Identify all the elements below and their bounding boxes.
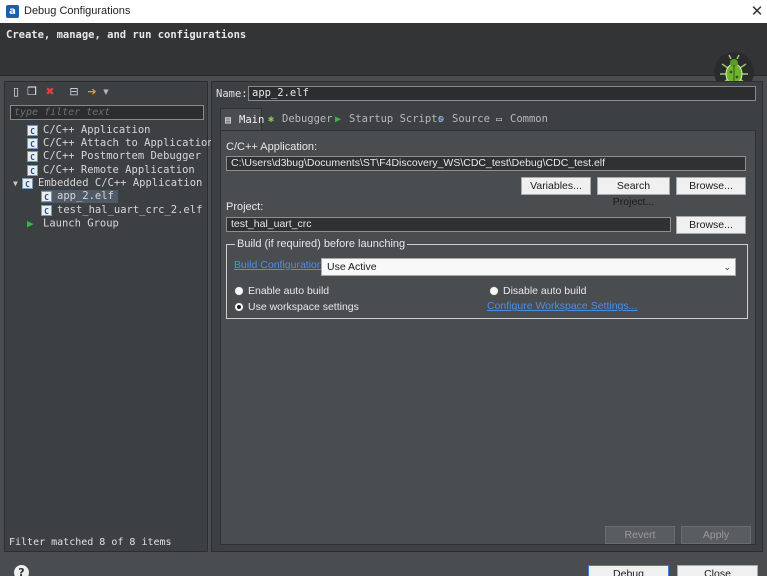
- header-banner: Create, manage, and run configurations: [0, 23, 767, 92]
- tab-debugger[interactable]: ✱ Debugger: [264, 108, 333, 130]
- window-title: Debug Configurations: [24, 5, 131, 17]
- filter-dropdown-icon[interactable]: ▼: [99, 85, 113, 99]
- disable-auto-build-radio[interactable]: Disable auto build: [489, 285, 586, 297]
- project-label: Project:: [226, 201, 264, 213]
- tab-source[interactable]: ⚙ Source: [434, 108, 490, 130]
- filter-input[interactable]: type filter text: [10, 105, 204, 120]
- tree-item-cpp-application[interactable]: C C/C++ Application: [27, 124, 150, 137]
- tree-item-app-2-elf[interactable]: Capp_2.elf: [41, 190, 118, 203]
- help-icon[interactable]: ?: [14, 565, 29, 576]
- variables-button[interactable]: Variables...: [521, 177, 591, 195]
- main-tab-content: C/C++ Application: C:\Users\d3bug\Docume…: [220, 130, 756, 545]
- radio-selected-icon: [234, 302, 244, 313]
- configure-workspace-settings-link[interactable]: Configure Workspace Settings...: [487, 300, 637, 312]
- application-label: C/C++ Application:: [226, 141, 318, 153]
- tree-item-test-hal-uart[interactable]: Ctest_hal_uart_crc_2.elf: [41, 204, 202, 217]
- browse-project-button[interactable]: Browse...: [676, 216, 746, 234]
- banner-text: Create, manage, and run configurations: [6, 29, 247, 41]
- c-file-icon: C: [41, 190, 52, 202]
- c-file-icon: C: [41, 204, 52, 216]
- configuration-toolbar: ▯ ❐ ✖ ⊟ ➔ ▼: [5, 82, 207, 104]
- duplicate-icon[interactable]: ❐: [25, 85, 39, 99]
- common-icon: ▭: [496, 114, 503, 125]
- debugger-icon: ✱: [268, 114, 275, 125]
- build-group-label: Build (if required) before launching: [235, 238, 408, 250]
- c-file-icon: C: [27, 124, 38, 136]
- project-input[interactable]: test_hal_uart_crc: [226, 217, 671, 232]
- main-tab-icon: ▤: [225, 115, 232, 126]
- configuration-editor-pane: Name: app_2.elf ▤ Main ✱ Debugger ▶ Startup…: [211, 81, 763, 552]
- tab-bar: ▤ Main ✱ Debugger ▶ Startup Scripts ⚙ Source…: [220, 108, 757, 130]
- debug-button[interactable]: Debug: [588, 565, 669, 576]
- use-workspace-settings-radio[interactable]: Use workspace settings: [234, 301, 359, 313]
- startup-icon: ▶: [335, 114, 342, 125]
- source-icon: ⚙: [438, 114, 445, 125]
- c-file-icon: C: [27, 137, 38, 149]
- tab-startup-scripts[interactable]: ▶ Startup Scripts: [331, 108, 444, 130]
- radio-icon: [489, 286, 499, 297]
- tree-item-cpp-postmortem[interactable]: C C/C++ Postmortem Debugger: [27, 150, 201, 163]
- tree-item-embedded-cpp[interactable]: ▼ C Embedded C/C++ Application: [13, 177, 202, 190]
- name-input[interactable]: app_2.elf: [248, 86, 756, 101]
- window-close-icon[interactable]: ✕: [748, 2, 766, 20]
- filter-icon[interactable]: ➔: [85, 85, 99, 99]
- tree-item-cpp-remote[interactable]: C C/C++ Remote Application: [27, 164, 195, 177]
- c-file-icon: C: [27, 164, 38, 176]
- app-logo-icon: a: [6, 5, 19, 18]
- build-configuration-link[interactable]: Build Configuration:: [234, 259, 326, 271]
- title-bar: a Debug Configurations ✕: [0, 0, 767, 23]
- radio-icon: [234, 286, 244, 297]
- application-path-input[interactable]: C:\Users\d3bug\Documents\ST\F4Discovery_…: [226, 156, 746, 171]
- revert-button[interactable]: Revert: [605, 526, 675, 544]
- enable-auto-build-radio[interactable]: Enable auto build: [234, 285, 329, 297]
- launch-group-icon: ▶: [27, 217, 34, 230]
- collapse-all-icon[interactable]: ⊟: [67, 85, 81, 99]
- chevron-down-icon: ⌄: [723, 262, 731, 272]
- tree-item-cpp-attach[interactable]: C C/C++ Attach to Application: [27, 137, 214, 150]
- filter-status: Filter matched 8 of 8 items: [9, 537, 172, 548]
- close-button[interactable]: Close: [677, 565, 758, 576]
- apply-button[interactable]: Apply: [681, 526, 751, 544]
- browse-application-button[interactable]: Browse...: [676, 177, 746, 195]
- c-file-icon: C: [27, 150, 38, 162]
- name-label: Name:: [216, 88, 248, 100]
- configuration-list-pane: ▯ ❐ ✖ ⊟ ➔ ▼ type filter text C C/C++ Appl…: [4, 81, 214, 552]
- search-project-button[interactable]: Search Project...: [597, 177, 670, 208]
- build-group: Build (if required) before launching Bui…: [226, 238, 748, 319]
- c-file-icon: C: [22, 177, 33, 189]
- new-configuration-icon[interactable]: ▯: [9, 85, 23, 99]
- tree-item-launch-group[interactable]: ▶ Launch Group: [27, 217, 119, 230]
- tab-main[interactable]: ▤ Main: [220, 108, 264, 130]
- chevron-down-icon[interactable]: ▼: [13, 179, 22, 188]
- tab-common[interactable]: ▭ Common: [492, 108, 552, 130]
- build-configuration-select[interactable]: Use Active ⌄: [321, 258, 736, 276]
- delete-icon[interactable]: ✖: [43, 85, 57, 99]
